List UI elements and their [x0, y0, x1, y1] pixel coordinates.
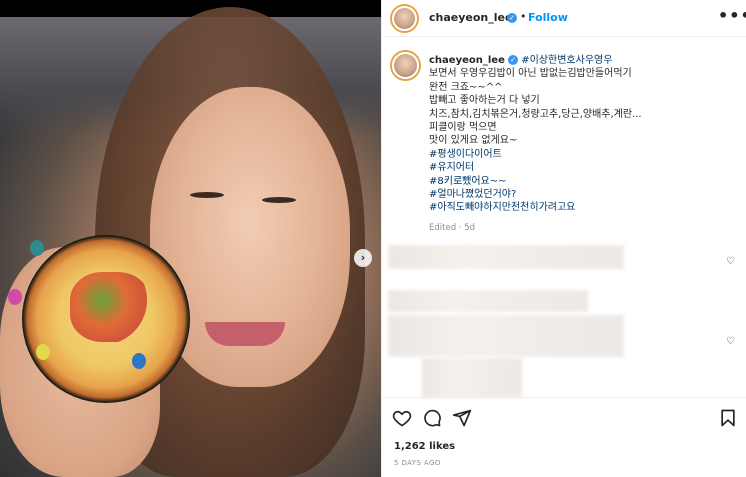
nail-teal: [30, 240, 44, 256]
header-username[interactable]: chaeyeon_lee: [429, 11, 512, 24]
post-media[interactable]: ›: [0, 0, 381, 477]
comment-icon[interactable]: [422, 408, 442, 428]
caption-first-line: chaeyeon_lee ✓ #이상한변호사우영우: [429, 54, 734, 67]
nail-blue: [132, 353, 146, 369]
hashtag-link[interactable]: #8키로뺐어요~~: [429, 175, 734, 188]
heart-icon[interactable]: [392, 408, 412, 428]
photo-right-eye: [262, 197, 296, 203]
blurred-comment: [388, 245, 624, 269]
photo-smile: [205, 322, 285, 346]
caption-line: 피클이랑 먹으면: [429, 122, 497, 134]
likes-count[interactable]: 1,262 likes: [394, 441, 455, 452]
caption-line: 치즈,참치,김치볶은거,청량고추,당근,양배추,계란...: [429, 108, 642, 120]
comment-like-heart-icon[interactable]: ♡: [726, 256, 735, 267]
comment-like-heart-icon[interactable]: ♡: [726, 336, 735, 347]
edited-timestamp: Edited · 5d: [429, 223, 475, 233]
next-arrow-icon[interactable]: ›: [354, 249, 372, 267]
hashtag-link[interactable]: #아직도빼야하지만천천히가려고요: [429, 201, 734, 214]
follow-button[interactable]: Follow: [528, 11, 568, 24]
photo-left-eye: [190, 192, 224, 198]
caption-avatar[interactable]: [392, 52, 419, 79]
bookmark-icon[interactable]: [718, 408, 738, 428]
verified-badge-icon: ✓: [508, 55, 519, 65]
caption-line: 맛이 있게요 없게요~: [429, 135, 518, 147]
header-avatar[interactable]: [392, 6, 417, 31]
post-header: chaeyeon_lee ✓ • Follow •••: [382, 0, 746, 37]
verified-badge-icon: ✓: [507, 13, 517, 23]
media-top-bar: [0, 0, 381, 17]
post-photo: [0, 7, 381, 477]
blurred-comment: [422, 358, 522, 398]
blurred-comment: [388, 290, 588, 312]
hashtag-link[interactable]: #이상한변호사우영우: [521, 55, 612, 66]
caption-line: 완전 크죠~~^^: [429, 81, 503, 93]
blurred-comment: [388, 315, 624, 357]
kimbap-filling: [70, 272, 150, 342]
hashtag-link[interactable]: #얼마나쪘었던거야?: [429, 188, 734, 201]
hashtag-link[interactable]: #평생이다이어트: [429, 148, 734, 161]
caption-line: 밥빼고 좋아하는거 다 넣기: [429, 95, 540, 107]
nail-magenta: [8, 289, 22, 305]
header-separator-dot: •: [520, 10, 527, 23]
caption-line: 보면서 우영우김밥이 아닌 밥없는김밥만들어먹기: [429, 68, 632, 80]
caption-username[interactable]: chaeyeon_lee: [429, 55, 505, 66]
post-time-ago[interactable]: 5 DAYS AGO: [394, 459, 441, 467]
post-caption: chaeyeon_lee ✓ #이상한변호사우영우 보면서 우영우김밥이 아닌 …: [429, 54, 734, 215]
hashtag-link[interactable]: #유지어터: [429, 161, 734, 174]
post-actions-bar: 1,262 likes 5 DAYS AGO: [382, 397, 746, 477]
more-options-icon[interactable]: •••: [718, 6, 746, 25]
nail-yellow: [36, 344, 50, 360]
share-icon[interactable]: [452, 408, 472, 428]
post-side-panel: chaeyeon_lee ✓ • Follow ••• chaeyeon_lee…: [381, 0, 746, 477]
